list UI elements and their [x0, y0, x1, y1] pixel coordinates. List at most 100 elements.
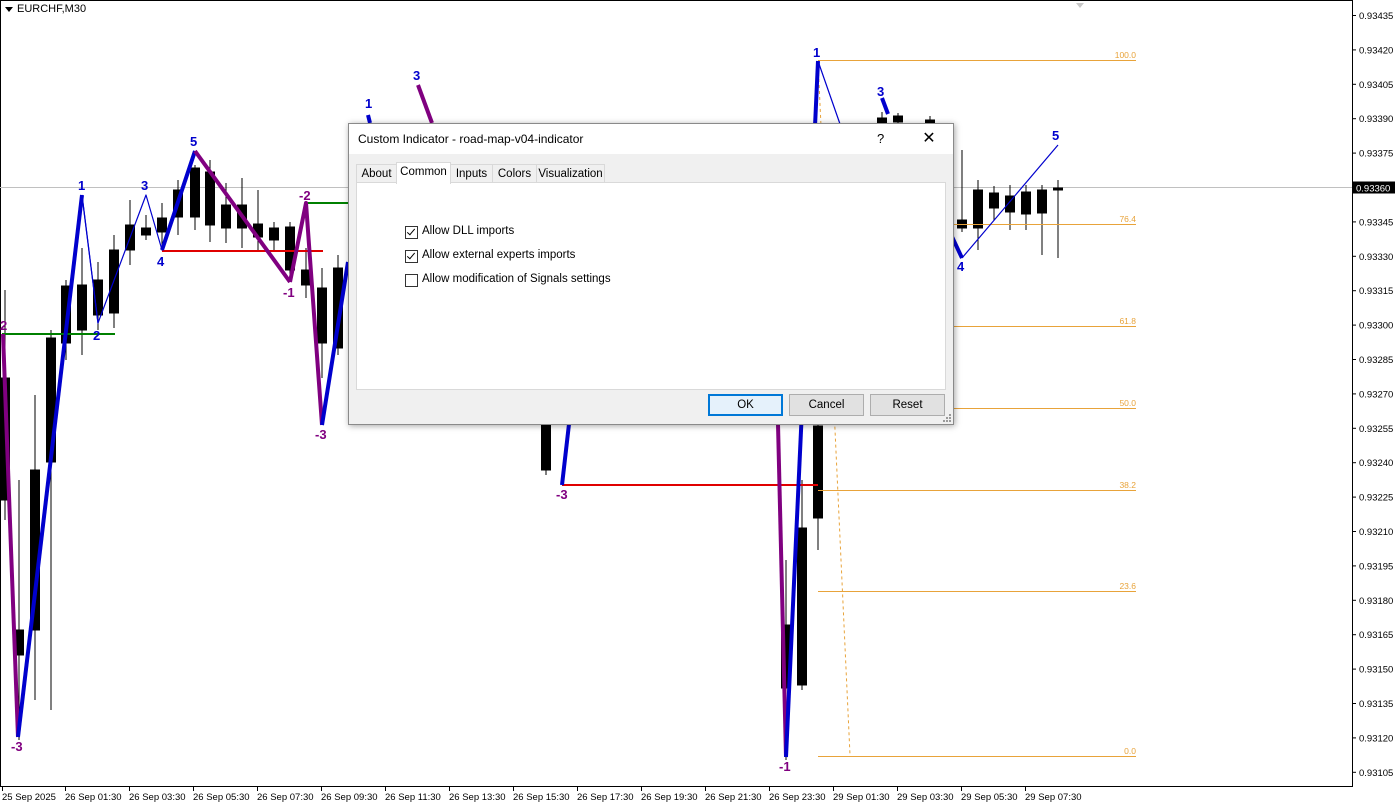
time-label: 26 Sep 17:30 — [577, 792, 634, 803]
wave-label: 3 — [141, 178, 148, 193]
candle — [1021, 191, 1031, 215]
time-label: 26 Sep 07:30 — [257, 792, 314, 803]
price-label: 0.93150 — [1359, 665, 1393, 676]
candle — [989, 192, 999, 209]
wave-label: -3 — [11, 739, 23, 754]
fib-level-label: 0.0 — [1124, 746, 1136, 756]
candle — [1053, 187, 1063, 191]
price-label: 0.93180 — [1359, 596, 1393, 607]
time-label: 26 Sep 11:30 — [385, 792, 441, 803]
price-label: 0.93315 — [1359, 286, 1393, 297]
price-label: 0.93255 — [1359, 424, 1393, 435]
chart-symbol-title: EURCHF,M30 — [5, 3, 86, 15]
wave-label: -1 — [779, 759, 791, 774]
allow-dll-imports-checkbox[interactable] — [405, 226, 418, 239]
allow-dll-imports-label: Allow DLL imports — [422, 225, 515, 237]
candle — [813, 425, 823, 519]
price-label: 0.93285 — [1359, 355, 1393, 366]
candle — [141, 227, 151, 236]
wave-label: 2 — [93, 328, 100, 343]
fib-level-label: 50.0 — [1119, 398, 1136, 408]
time-label: 26 Sep 15:30 — [513, 792, 570, 803]
time-label: 29 Sep 05:30 — [961, 792, 1018, 803]
tab-inputs[interactable]: Inputs — [450, 164, 493, 183]
up-wave-line — [366, 114, 372, 124]
price-label: 0.93210 — [1359, 527, 1393, 538]
price-label: 0.93420 — [1359, 45, 1393, 56]
fib-level-label: 61.8 — [1119, 316, 1136, 326]
scroll-marker-icon — [1076, 3, 1084, 8]
custom-indicator-dialog: Custom Indicator - road-map-v04-indicato… — [348, 123, 954, 425]
time-label: 26 Sep 01:30 — [65, 792, 122, 803]
cancel-button[interactable]: Cancel — [789, 394, 864, 416]
price-label: 0.93330 — [1359, 252, 1393, 263]
price-label: 0.93240 — [1359, 458, 1393, 469]
allow-signals-modification-label: Allow modification of Signals settings — [422, 273, 611, 285]
allow-external-experts-checkbox[interactable] — [405, 250, 418, 263]
price-label: 0.93270 — [1359, 389, 1393, 400]
time-label: 26 Sep 19:30 — [641, 792, 698, 803]
wave-label: 1 — [813, 45, 820, 60]
tab-common[interactable]: Common — [396, 162, 451, 184]
time-label: 29 Sep 03:30 — [897, 792, 954, 803]
time-label: 26 Sep 03:30 — [129, 792, 186, 803]
help-button[interactable]: ? — [877, 131, 884, 146]
up-wave-line — [880, 97, 890, 115]
price-label: 0.93435 — [1359, 11, 1393, 22]
wave-label: 1 — [365, 96, 372, 111]
price-label: 0.93120 — [1359, 733, 1393, 744]
close-icon[interactable]: ✕ — [919, 129, 939, 149]
time-label: 29 Sep 01:30 — [833, 792, 890, 803]
fib-level-label: 76.4 — [1119, 214, 1136, 224]
current-price-label: 0.93360 — [1356, 184, 1390, 195]
time-label: 26 Sep 23:30 — [769, 792, 826, 803]
wave-label: 4 — [957, 259, 965, 274]
price-label: 0.93345 — [1359, 217, 1393, 228]
down-wave-line — [416, 84, 434, 124]
candle — [797, 527, 807, 686]
wave-label: -2 — [299, 188, 311, 203]
price-label: 0.93375 — [1359, 149, 1393, 160]
symbol-label: EURCHF,M30 — [17, 3, 87, 15]
time-label: 26 Sep 13:30 — [449, 792, 506, 803]
chart-menu-icon[interactable] — [5, 6, 13, 12]
candle — [973, 189, 983, 229]
down-wave-line — [776, 423, 788, 758]
wave-label: 5 — [1052, 128, 1059, 143]
fib-level-label: 23.6 — [1119, 581, 1136, 591]
time-label: 26 Sep 09:30 — [321, 792, 378, 803]
tab-about[interactable]: About — [356, 164, 397, 183]
candle — [269, 227, 279, 241]
candle — [221, 204, 231, 229]
time-label: 26 Sep 21:30 — [705, 792, 762, 803]
fib-level-label: 100.0 — [1115, 50, 1137, 60]
price-label: 0.93300 — [1359, 321, 1393, 332]
up-wave-line — [16, 194, 84, 738]
up-wave-line — [560, 423, 571, 486]
wave-label: 3 — [877, 84, 884, 99]
tab-visualization[interactable]: Visualization — [536, 164, 605, 183]
allow-external-experts-label: Allow external experts imports — [422, 249, 576, 261]
price-label: 0.93135 — [1359, 699, 1393, 710]
reset-button[interactable]: Reset — [870, 394, 945, 416]
price-label: 0.93165 — [1359, 630, 1393, 641]
candle — [77, 284, 87, 331]
dialog-titlebar[interactable]: Custom Indicator - road-map-v04-indicato… — [349, 124, 953, 154]
wave-label: 5 — [190, 134, 197, 149]
candle — [893, 115, 903, 123]
down-wave-line — [1, 333, 20, 738]
resize-grip-icon[interactable] — [943, 414, 951, 422]
ok-button[interactable]: OK — [708, 394, 783, 416]
wave-label: 3 — [413, 68, 420, 83]
candle — [205, 171, 215, 226]
price-label: 0.93225 — [1359, 493, 1393, 504]
candle — [190, 167, 200, 218]
allow-signals-modification-checkbox[interactable] — [405, 274, 418, 287]
price-label: 0.93195 — [1359, 561, 1393, 572]
tab-colors[interactable]: Colors — [492, 164, 537, 183]
wave-label: 4 — [157, 254, 165, 269]
wave-label: 2 — [0, 318, 7, 333]
dialog-title: Custom Indicator - road-map-v04-indicato… — [358, 132, 584, 146]
candle — [541, 419, 551, 471]
wave-label: -1 — [283, 285, 295, 300]
